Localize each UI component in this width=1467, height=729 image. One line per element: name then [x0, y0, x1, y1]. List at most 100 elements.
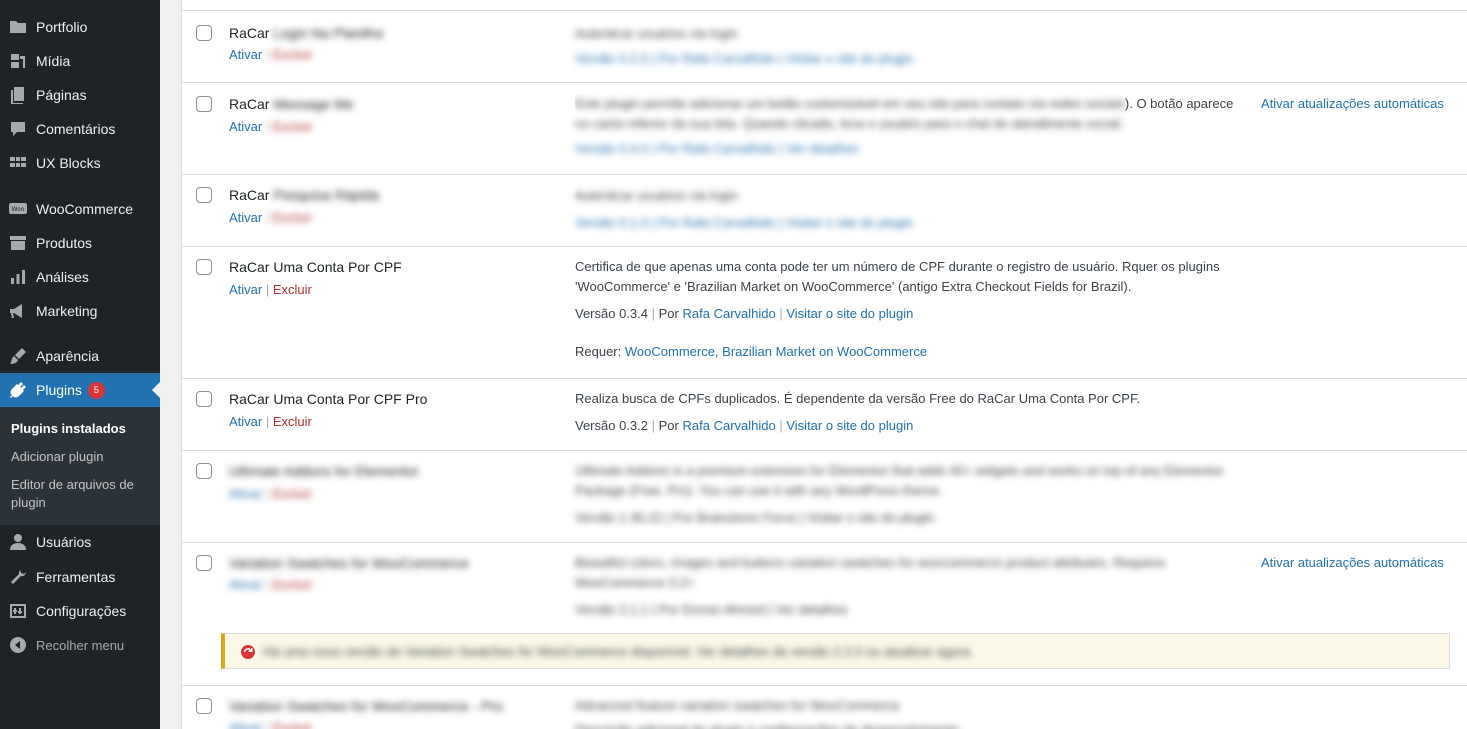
menu-item-paginas[interactable]: Páginas [0, 78, 160, 112]
plugin-checkbox[interactable] [196, 187, 212, 203]
plugin-description: Ultimate Addons is a premium extension f… [575, 463, 1224, 498]
plugins-table: RaCar Login Na Planilha Ativar | Excluir… [181, 0, 1467, 729]
requires-links[interactable]: WooCommerce, Brazilian Market on WooComm… [625, 344, 927, 359]
comments-icon [0, 119, 36, 139]
menu-label: UX Blocks [36, 155, 101, 171]
menu-item-analises[interactable]: Análises [0, 260, 160, 294]
menu-label: Análises [36, 269, 89, 285]
update-notice-text[interactable]: Há uma nova versão do Variation Swatches… [263, 644, 974, 659]
pages-icon [0, 85, 36, 105]
menu-item-aparencia[interactable]: Aparência [0, 339, 160, 373]
archive-icon [0, 233, 36, 253]
plugin-description: Advanced feature variation swatches for … [575, 698, 900, 713]
plugin-name: RaCar Uma Conta Por CPF Pro [229, 391, 428, 407]
collapse-menu-button[interactable]: Recolher menu [0, 628, 160, 662]
plugin-description: Beautiful colors, images and buttons var… [575, 555, 1166, 590]
plugin-checkbox[interactable] [196, 555, 212, 571]
svg-text:Woo: Woo [12, 206, 25, 213]
menu-item-usuarios[interactable]: Usuários [0, 525, 160, 559]
plugin-checkbox[interactable] [196, 698, 212, 714]
wrench-icon [0, 567, 36, 587]
submenu-editor-arquivos[interactable]: Editor de arquivos de plugin [11, 476, 151, 512]
plugin-site-link[interactable]: Visitar o site do plugin [786, 306, 913, 321]
admin-sidebar: Portfolio Mídia Páginas Comentários UX B… [0, 0, 160, 729]
settings-icon [0, 601, 36, 621]
author-link[interactable]: Rafa Carvalhido [683, 418, 776, 433]
collapse-icon [0, 635, 36, 655]
plugin-icon [0, 380, 36, 400]
menu-label: Produtos [36, 235, 93, 251]
delete-link[interactable]: Excluir [273, 282, 312, 297]
submenu-adicionar-plugin[interactable]: Adicionar plugin [11, 448, 151, 466]
activate-link[interactable]: Ativar [229, 577, 262, 592]
activate-link[interactable]: Ativar [229, 47, 262, 62]
plugin-checkbox[interactable] [196, 259, 212, 275]
plugin-description: Este plugin permite adicionar um botão c… [575, 96, 1234, 111]
row-actions: Ativar | Excluir [229, 486, 312, 501]
plugin-requires: Requer: WooCommerce, Brazilian Market on… [575, 344, 928, 359]
plugin-description-cont: Descrição adicional do plugin e configur… [575, 720, 1235, 729]
menu-label: Configurações [36, 603, 127, 619]
delete-link[interactable]: Excluir [273, 720, 312, 729]
megaphone-icon [0, 301, 36, 321]
plugin-site-link[interactable]: Visitar o site do plugin [786, 418, 913, 433]
plugin-checkbox[interactable] [196, 391, 212, 407]
plugin-name: Ultimate Addons for Elementor [229, 463, 419, 479]
plugin-name: RaCar Pesquisa Rápida [229, 187, 380, 203]
activate-link[interactable]: Ativar [229, 119, 262, 134]
author-link[interactable]: Rafa Carvalhido [683, 306, 776, 321]
submenu-plugins-instalados[interactable]: Plugins instalados [11, 420, 151, 438]
menu-item-plugins[interactable]: Plugins 5 [0, 373, 160, 407]
menu-item-configuracoes[interactable]: Configurações [0, 594, 160, 628]
delete-link[interactable]: Excluir [273, 414, 312, 429]
menu-item-midia[interactable]: Mídia [0, 44, 160, 78]
plugin-description-cont: no canto inferior da sua tela. Quando cl… [575, 116, 1124, 131]
update-icon [240, 644, 256, 660]
plugin-checkbox[interactable] [196, 25, 212, 41]
delete-link[interactable]: Excluir [273, 210, 312, 225]
row-actions: Ativar | Excluir [229, 47, 312, 62]
row-actions: Ativar | Excluir [229, 119, 312, 134]
menu-label: Usuários [36, 534, 92, 550]
delete-link[interactable]: Excluir [273, 486, 312, 501]
plugin-name: RaCar Uma Conta Por CPF [229, 259, 402, 275]
activate-link[interactable]: Ativar [229, 720, 262, 729]
activate-link[interactable]: Ativar [229, 486, 262, 501]
woo-icon: Woo [0, 199, 36, 219]
plugin-checkbox[interactable] [196, 463, 212, 479]
plugins-submenu: Plugins instalados Adicionar plugin Edit… [0, 407, 160, 525]
enable-auto-updates-link[interactable]: Ativar atualizações automáticas [1261, 555, 1444, 570]
activate-link[interactable]: Ativar [229, 210, 262, 225]
menu-item-woocommerce[interactable]: Woo WooCommerce [0, 192, 160, 226]
plugin-checkbox[interactable] [196, 96, 212, 112]
plugin-meta: Versão 0.4.0 | Por Rafa Carvalhido | Ver… [575, 141, 859, 156]
chart-icon [0, 267, 36, 287]
delete-link[interactable]: Excluir [273, 47, 312, 62]
plugin-row: RaCar Uma Conta Por CPF Ativar | Excluir… [182, 246, 1467, 378]
menu-label: Aparência [36, 348, 100, 364]
brush-icon [0, 346, 36, 366]
menu-item-produtos[interactable]: Produtos [0, 226, 160, 260]
grid-icon [0, 153, 36, 173]
menu-item-marketing[interactable]: Marketing [0, 294, 160, 328]
menu-label: Comentários [36, 121, 116, 137]
update-notice: Há uma nova versão do Variation Swatches… [221, 633, 1450, 669]
row-actions: Ativar | Excluir [229, 577, 312, 592]
update-count-badge: 5 [87, 381, 105, 399]
activate-link[interactable]: Ativar [229, 282, 262, 297]
plugin-description: Autenticar usuários via login [575, 188, 738, 203]
menu-item-ferramentas[interactable]: Ferramentas [0, 560, 160, 594]
menu-item-ux-blocks[interactable]: UX Blocks [0, 146, 160, 180]
row-actions: Ativar | Excluir [229, 210, 312, 225]
plugin-meta: Versão 0.1.0 | Por Rafa Carvalhido | Vis… [575, 215, 914, 230]
row-actions: Ativar | Excluir [229, 414, 312, 429]
delete-link[interactable]: Excluir [273, 577, 312, 592]
delete-link[interactable]: Excluir [273, 119, 312, 134]
menu-item-portfolio[interactable]: Portfolio [0, 10, 160, 44]
plugin-row: Variation Swatches for WooCommerce - Pro… [182, 685, 1467, 729]
enable-auto-updates-link[interactable]: Ativar atualizações automáticas [1261, 96, 1444, 111]
menu-item-comentarios[interactable]: Comentários [0, 112, 160, 146]
row-actions: Ativar | Excluir [229, 720, 312, 729]
plugin-meta: Versão 0.3.4 | Por Rafa Carvalhido | Vis… [575, 306, 914, 321]
activate-link[interactable]: Ativar [229, 414, 262, 429]
